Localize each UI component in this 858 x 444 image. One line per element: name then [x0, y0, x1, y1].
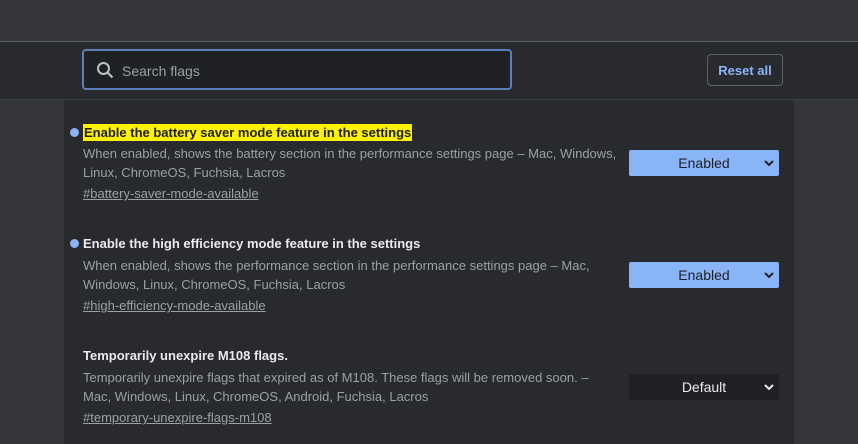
chevron-down-icon — [764, 160, 774, 167]
flags-list: Enable the battery saver mode feature in… — [64, 100, 794, 444]
flag-state-select[interactable]: Enabled — [629, 150, 779, 176]
chevron-down-icon — [764, 384, 774, 391]
chevron-down-icon — [764, 272, 774, 279]
flag-state-select[interactable]: Enabled — [629, 262, 779, 288]
reset-all-button[interactable]: Reset all — [707, 54, 783, 86]
flag-link[interactable]: #high-efficiency-mode-available — [83, 297, 266, 314]
modified-indicator — [70, 239, 79, 248]
flag-title: Enable the high efficiency mode feature … — [83, 236, 421, 251]
select-value: Default — [681, 379, 727, 395]
flag-description: When enabled, shows the performance sect… — [83, 258, 590, 292]
flag-link[interactable]: #temporary-unexpire-flags-m108 — [83, 409, 272, 426]
select-value: Enabled — [678, 155, 730, 171]
search-box[interactable] — [82, 49, 512, 90]
search-input[interactable] — [120, 51, 504, 90]
modified-indicator — [70, 128, 79, 137]
flag-title: Temporarily unexpire M108 flags. — [83, 348, 288, 363]
flag-description: Temporarily unexpire flags that expired … — [83, 370, 589, 404]
flag-description: When enabled, shows the battery section … — [83, 146, 617, 180]
search-icon — [97, 62, 114, 79]
top-bar — [0, 0, 858, 42]
select-value: Enabled — [678, 267, 730, 283]
flag-link[interactable]: #battery-saver-mode-available — [83, 185, 259, 202]
flag-state-select[interactable]: Default — [629, 374, 779, 400]
flag-title: Enable the battery saver mode feature in… — [83, 124, 413, 141]
flags-header: Reset all — [0, 42, 858, 100]
